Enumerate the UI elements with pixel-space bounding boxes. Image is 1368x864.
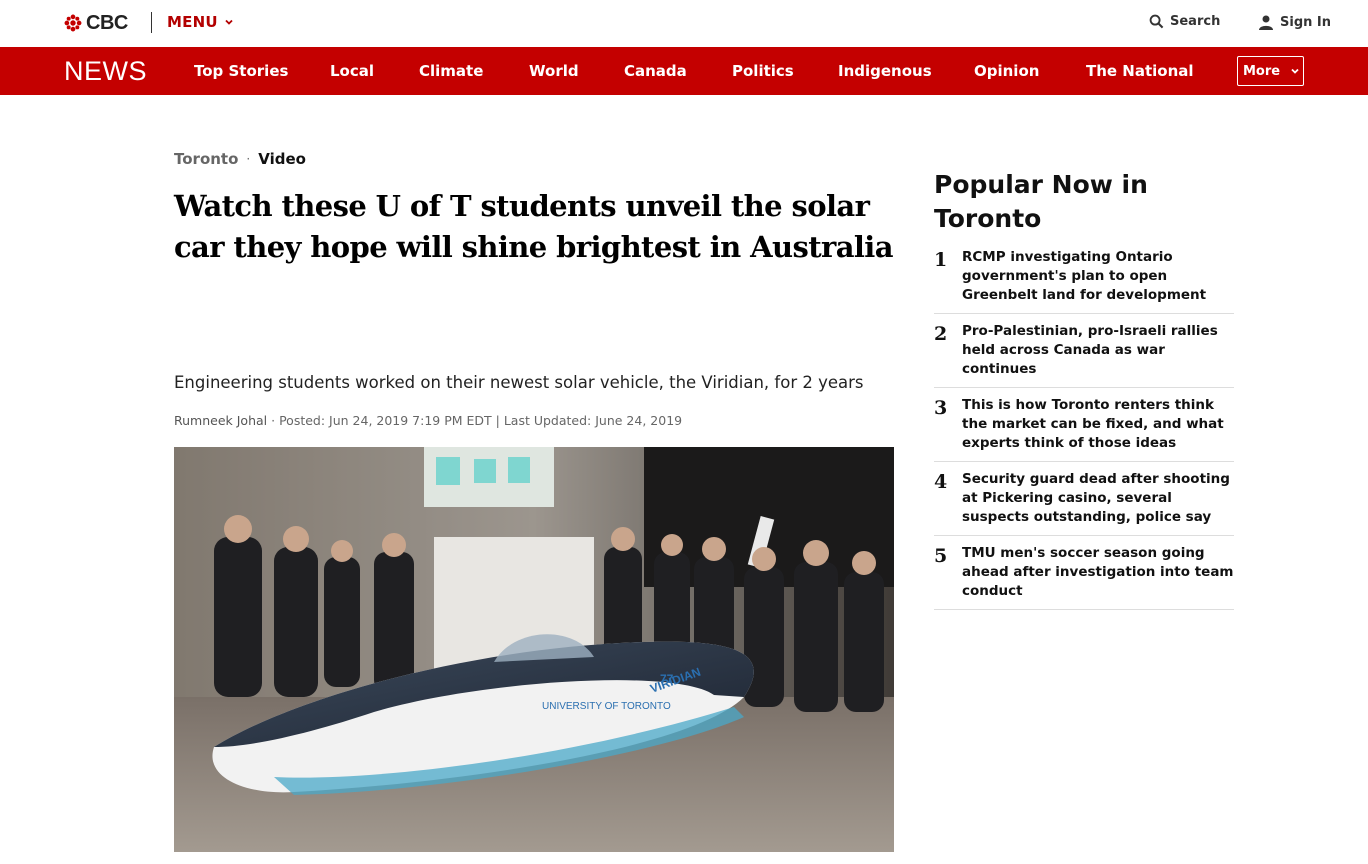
- popular-rank: 4: [934, 471, 948, 493]
- byline-separator: ·: [271, 413, 280, 428]
- popular-item[interactable]: 4 Security guard dead after shooting at …: [934, 462, 1234, 536]
- publish-dates: Posted: Jun 24, 2019 7:19 PM EDT | Last …: [279, 413, 683, 428]
- article-deck: Engineering students worked on their new…: [174, 373, 864, 392]
- popular-list: 1 RCMP investigating Ontario government'…: [934, 240, 1234, 610]
- breadcrumb: Toronto · Video: [174, 150, 306, 168]
- nav-item-opinion[interactable]: Opinion: [974, 62, 1039, 80]
- popular-item[interactable]: 2 Pro-Palestinian, pro-Israeli rallies h…: [934, 314, 1234, 388]
- nav-item-canada[interactable]: Canada: [624, 62, 687, 80]
- popular-headline: This is how Toronto renters think the ma…: [962, 397, 1224, 451]
- cbc-wordmark: CBC: [86, 11, 128, 34]
- top-bar: CBC MENU Search Sign In: [0, 0, 1368, 47]
- article-headline: Watch these U of T students unveil the s…: [174, 189, 894, 264]
- nav-item-top-stories[interactable]: Top Stories: [194, 62, 288, 80]
- search-icon: [1149, 14, 1164, 29]
- more-button[interactable]: More: [1237, 56, 1304, 86]
- content-type-label: Video: [258, 150, 306, 168]
- popular-now-heading: Popular Now in Toronto: [934, 170, 1148, 233]
- sign-in-button[interactable]: Sign In: [1259, 15, 1331, 30]
- sign-in-label: Sign In: [1280, 15, 1331, 30]
- author-name: Rumneek Johal: [174, 413, 268, 428]
- logo-divider: [151, 12, 152, 33]
- popular-rank: 5: [934, 545, 948, 567]
- news-nav-bar: NEWS Top Stories Local Climate World Can…: [0, 47, 1368, 95]
- cbc-gem-icon: [64, 14, 82, 32]
- menu-button[interactable]: MENU: [167, 13, 234, 31]
- menu-label: MENU: [167, 13, 218, 31]
- popular-headline: RCMP investigating Ontario government's …: [962, 249, 1207, 303]
- breadcrumb-separator: ·: [246, 152, 251, 166]
- cbc-logo[interactable]: CBC: [64, 11, 128, 34]
- byline: Rumneek Johal · Posted: Jun 24, 2019 7:1…: [174, 412, 682, 430]
- more-label: More: [1243, 63, 1281, 79]
- nav-item-climate[interactable]: Climate: [419, 62, 483, 80]
- nav-item-local[interactable]: Local: [330, 62, 374, 80]
- chevron-down-icon: [225, 19, 233, 25]
- nav-item-politics[interactable]: Politics: [732, 62, 794, 80]
- popular-item[interactable]: 1 RCMP investigating Ontario government'…: [934, 240, 1234, 314]
- search-label: Search: [1170, 14, 1221, 29]
- popular-rank: 1: [934, 249, 948, 271]
- chevron-down-icon: [1291, 68, 1299, 74]
- search-button[interactable]: Search: [1149, 14, 1220, 29]
- user-icon: [1259, 15, 1273, 30]
- popular-rank: 2: [934, 323, 948, 345]
- car-number-label: 77: [660, 672, 674, 686]
- popular-headline: TMU men's soccer season going ahead afte…: [962, 545, 1234, 599]
- nav-item-indigenous[interactable]: Indigenous: [838, 62, 932, 80]
- solar-car-photo: UNIVERSITY OF TORONTO VIRIDIAN 77: [174, 447, 894, 852]
- car-university-label: UNIVERSITY OF TORONTO: [542, 701, 671, 712]
- breadcrumb-section-link[interactable]: Toronto: [174, 150, 238, 168]
- popular-rank: 3: [934, 397, 948, 419]
- popular-headline: Security guard dead after shooting at Pi…: [962, 471, 1230, 525]
- popular-headline: Pro-Palestinian, pro-Israeli rallies hel…: [962, 323, 1218, 377]
- nav-item-the-national[interactable]: The National: [1086, 62, 1194, 80]
- news-logo[interactable]: NEWS: [64, 58, 147, 85]
- video-thumbnail[interactable]: UNIVERSITY OF TORONTO VIRIDIAN 77: [174, 447, 894, 852]
- nav-item-world[interactable]: World: [529, 62, 579, 80]
- popular-item[interactable]: 3 This is how Toronto renters think the …: [934, 388, 1234, 462]
- popular-item[interactable]: 5 TMU men's soccer season going ahead af…: [934, 536, 1234, 610]
